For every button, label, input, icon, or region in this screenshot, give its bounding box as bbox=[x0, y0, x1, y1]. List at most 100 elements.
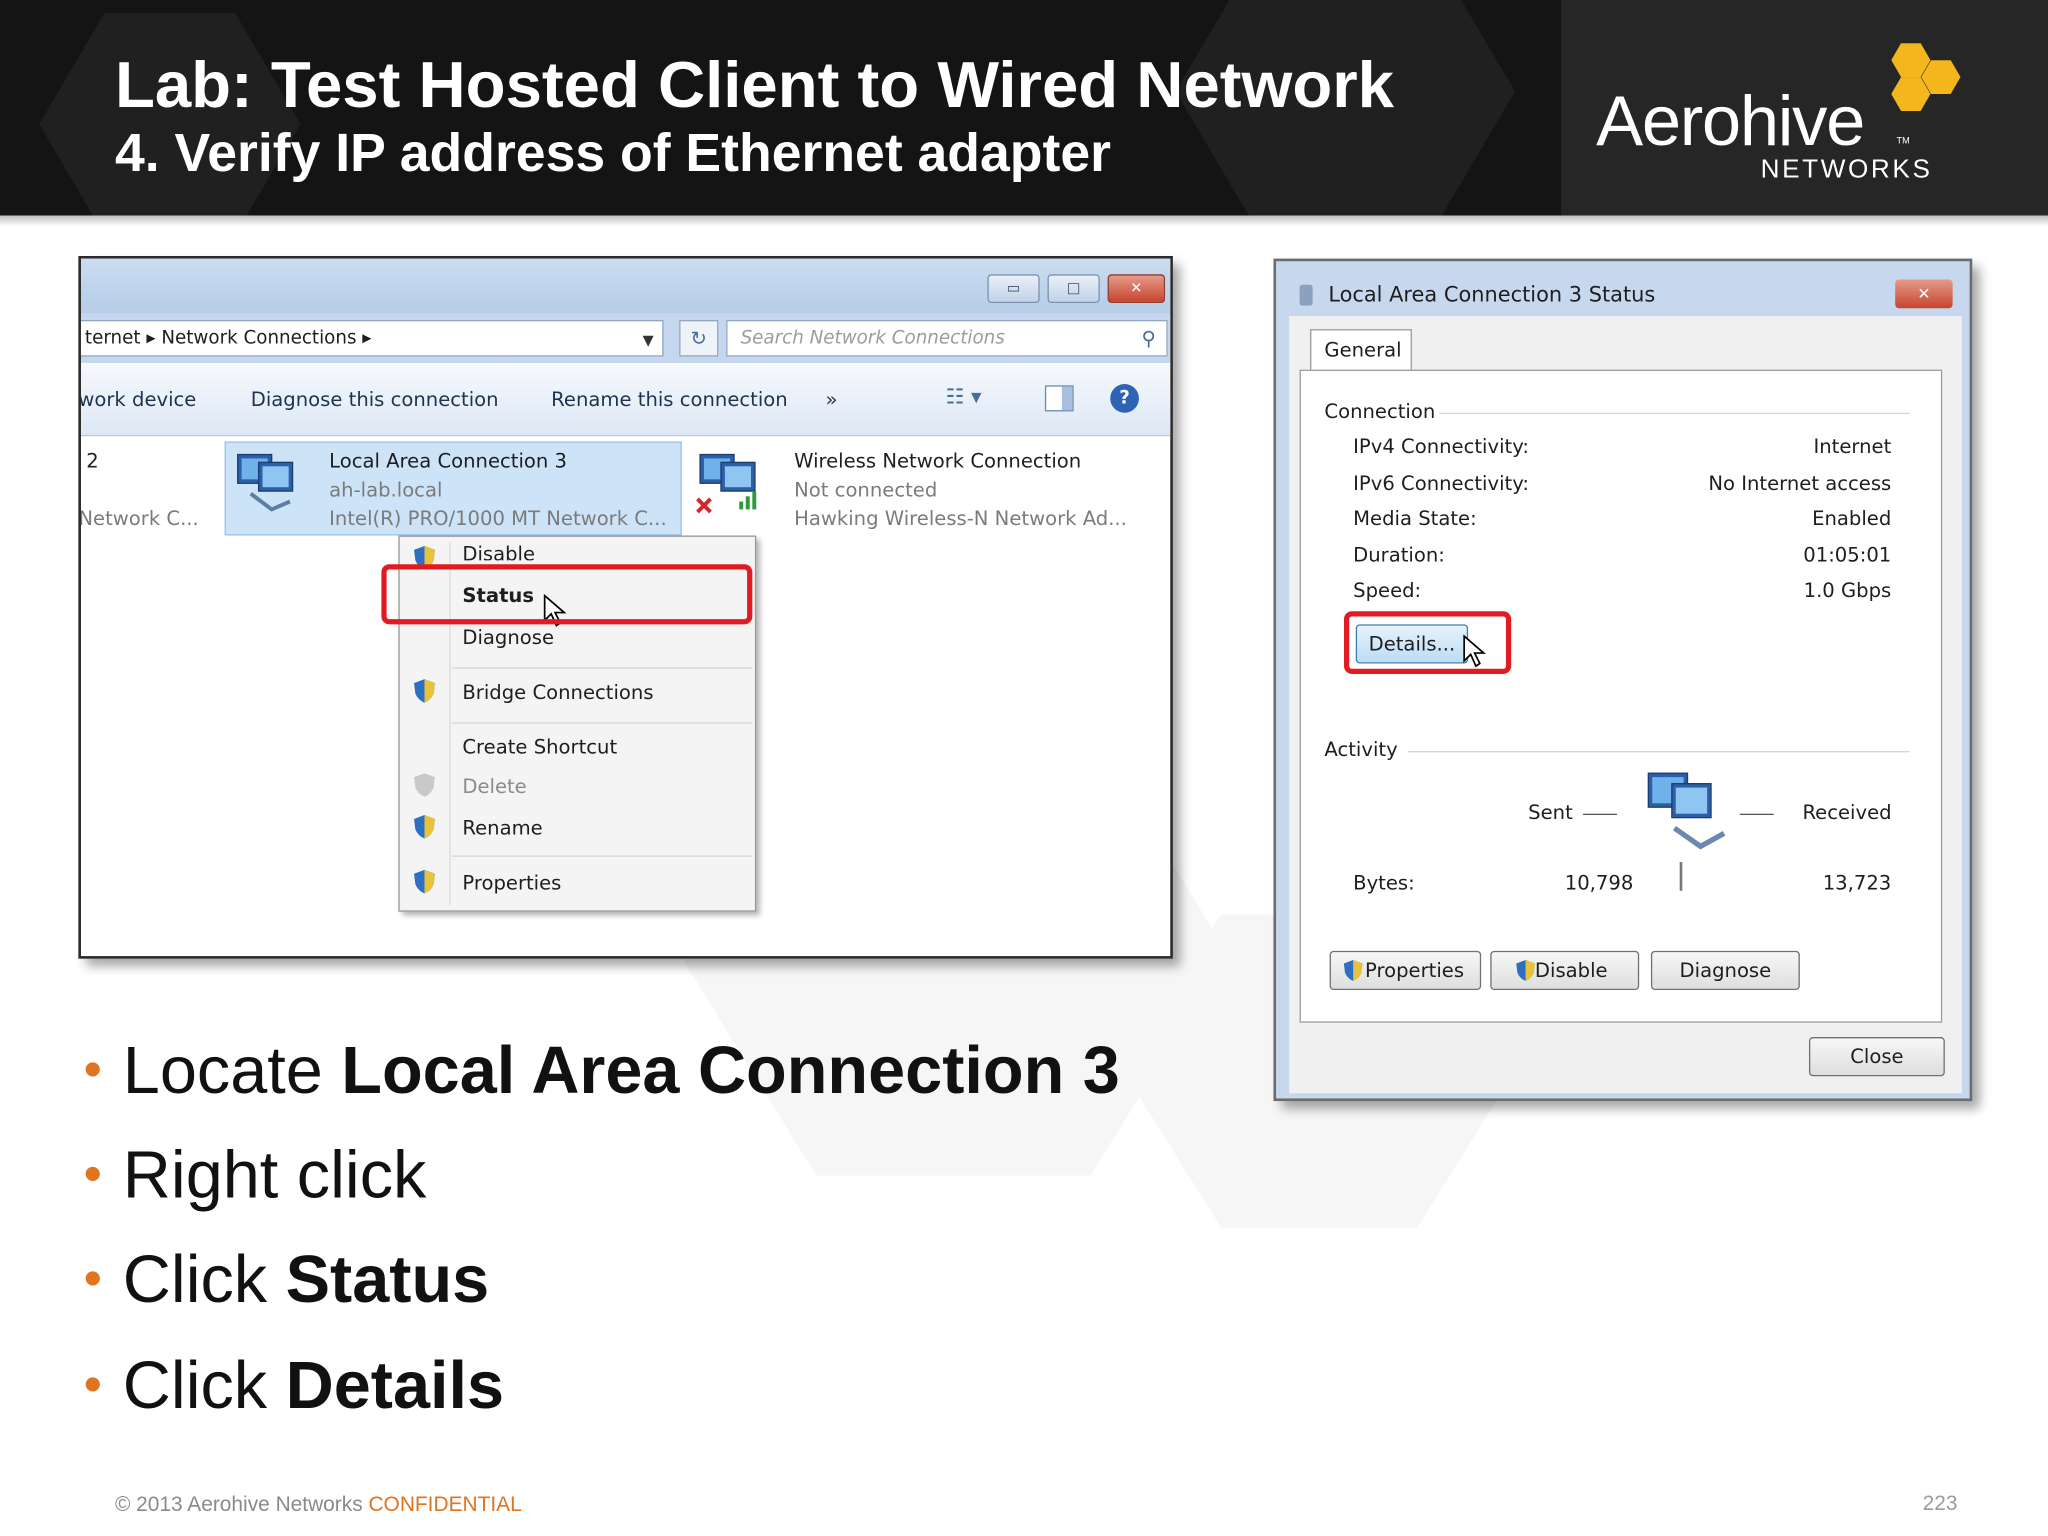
cmd-diagnose-connection[interactable]: Diagnose this connection bbox=[251, 388, 499, 412]
connection-status-dialog: Local Area Connection 3 Status ✕ General… bbox=[1273, 258, 1973, 1102]
item-domain: ah-lab.local bbox=[329, 478, 443, 502]
page-number: 223 bbox=[1922, 1492, 1958, 1516]
dialog-body: General Connection IPv4 Connectivity: In… bbox=[1289, 316, 1962, 1094]
minimize-button[interactable]: ▭ bbox=[987, 274, 1040, 304]
duration-value: 01:05:01 bbox=[1803, 543, 1892, 567]
bullet-dot: • bbox=[83, 1355, 102, 1414]
wireless-item-name[interactable]: Wireless Network Connection bbox=[794, 449, 1081, 473]
footer-copyright: © 2013 Aerohive Networks CONFIDENTIAL bbox=[115, 1494, 522, 1518]
item-name: Local Area Connection 3 bbox=[329, 449, 568, 473]
general-panel: Connection IPv4 Connectivity: Internet I… bbox=[1299, 369, 1943, 1023]
activity-divider bbox=[1679, 862, 1683, 891]
bullet-text: Locate bbox=[122, 1033, 342, 1108]
group-divider bbox=[1407, 751, 1910, 753]
menu-item-diagnose[interactable]: Diagnose bbox=[462, 626, 554, 650]
help-icon[interactable]: ? bbox=[1110, 383, 1139, 413]
bullet-dot: • bbox=[83, 1249, 102, 1308]
group-divider bbox=[1439, 412, 1910, 415]
search-input[interactable]: Search Network Connections ⚲ bbox=[726, 319, 1168, 357]
bullet-bold-text: Local Area Connection 3 bbox=[341, 1033, 1120, 1108]
bytes-received-value: 13,723 bbox=[1822, 871, 1892, 895]
uac-shield-icon bbox=[1516, 959, 1535, 981]
cmd-network-device[interactable]: work device bbox=[81, 388, 196, 412]
search-icon[interactable]: ⚲ bbox=[1142, 321, 1156, 355]
ipv4-value: Internet bbox=[1813, 434, 1892, 459]
connection-group-label: Connection bbox=[1324, 399, 1436, 424]
bytes-label: Bytes: bbox=[1353, 871, 1415, 895]
preview-pane-icon[interactable] bbox=[1044, 385, 1074, 412]
chevron-down-icon[interactable]: ▼ bbox=[643, 332, 654, 349]
cmd-rename-connection[interactable]: Rename this connection bbox=[551, 388, 788, 412]
network-icon bbox=[1299, 284, 1313, 306]
sent-line bbox=[1583, 813, 1617, 816]
cmd-more-chevron[interactable]: » bbox=[825, 388, 837, 412]
bullet-bold-text: Status bbox=[285, 1242, 490, 1317]
logo-subtitle: NETWORKS bbox=[1760, 155, 1933, 185]
menu-item-rename[interactable]: Rename bbox=[462, 816, 542, 840]
window-close-button[interactable]: ✕ bbox=[1107, 274, 1166, 304]
received-label: Received bbox=[1802, 800, 1892, 825]
uac-shield-icon bbox=[414, 815, 435, 839]
media-state-label: Media State: bbox=[1353, 506, 1477, 531]
ipv6-value: No Internet access bbox=[1708, 471, 1892, 496]
network-connections-window: ▭ □ ✕ ternet ▸ Network Connections ▸ ▼ ↻… bbox=[78, 255, 1173, 959]
bullet-dot: • bbox=[83, 1145, 102, 1203]
bullet-text: Right click bbox=[122, 1137, 427, 1213]
media-state-value: Enabled bbox=[1812, 506, 1892, 531]
refresh-icon[interactable]: ↻ bbox=[679, 319, 719, 357]
copyright-text: © 2013 Aerohive Networks bbox=[114, 1494, 369, 1517]
bullet-dot: • bbox=[83, 1040, 102, 1099]
sent-label: Sent bbox=[1528, 800, 1573, 825]
bullet-item: • Click Details bbox=[84, 1347, 504, 1424]
menu-separator bbox=[451, 722, 753, 724]
speed-value: 1.0 Gbps bbox=[1803, 578, 1892, 603]
command-bar: work device Diagnose this connection Ren… bbox=[80, 363, 1171, 437]
tab-general[interactable]: General bbox=[1310, 329, 1412, 371]
logo-wordmark: Aerohive bbox=[1596, 82, 1865, 161]
status-highlight-box bbox=[381, 564, 753, 625]
menu-item-create-shortcut[interactable]: Create Shortcut bbox=[462, 735, 617, 759]
uac-shield-icon-disabled bbox=[414, 773, 435, 797]
menu-item-bridge-connections[interactable]: Bridge Connections bbox=[462, 680, 653, 704]
uac-shield-icon bbox=[414, 679, 435, 703]
breadcrumb[interactable]: ternet ▸ Network Connections ▸ bbox=[80, 319, 664, 357]
address-bar: ternet ▸ Network Connections ▸ ▼ ↻ Searc… bbox=[80, 313, 1171, 364]
received-line bbox=[1739, 813, 1774, 816]
activity-group-label: Activity bbox=[1324, 737, 1398, 762]
disable-button-label: Disable bbox=[1534, 958, 1608, 983]
disable-button[interactable]: Disable bbox=[1490, 950, 1640, 991]
network-activity-icon bbox=[1647, 772, 1726, 850]
maximize-button[interactable]: □ bbox=[1047, 274, 1100, 304]
slide: Lab: Test Hosted Client to Wired Network… bbox=[0, 0, 2048, 1536]
view-options-icon[interactable]: ☷ ▾ bbox=[946, 384, 982, 409]
menu-item-properties[interactable]: Properties bbox=[462, 871, 561, 895]
menu-item-delete[interactable]: Delete bbox=[462, 775, 526, 799]
ipv6-label: IPv6 Connectivity: bbox=[1353, 471, 1529, 496]
confidential-label: CONFIDENTIAL bbox=[368, 1494, 522, 1517]
logo-trademark: TM bbox=[1896, 137, 1910, 147]
properties-button-label: Properties bbox=[1365, 958, 1465, 983]
speed-label: Speed: bbox=[1353, 578, 1422, 603]
slide-title: Lab: Test Hosted Client to Wired Network bbox=[114, 48, 1394, 122]
search-placeholder: Search Network Connections bbox=[740, 327, 1005, 349]
wireless-item-adapter: Hawking Wireless-N Network Ad... bbox=[794, 506, 1127, 531]
slide-subtitle: 4. Verify IP address of Ethernet adapter bbox=[114, 122, 1111, 183]
bullet-text: Click bbox=[122, 1242, 286, 1317]
partial-item-adapter: Network C... bbox=[78, 506, 199, 531]
menu-separator bbox=[451, 667, 753, 669]
dialog-close-icon[interactable]: ✕ bbox=[1895, 279, 1953, 309]
menu-item-disable[interactable]: Disable bbox=[462, 542, 535, 560]
diagnose-button[interactable]: Diagnose bbox=[1650, 950, 1800, 991]
wireless-adapter-icon bbox=[696, 453, 757, 514]
slide-header: Lab: Test Hosted Client to Wired Network… bbox=[0, 0, 2048, 216]
bullet-item: • Locate Local Area Connection 3 bbox=[84, 1032, 1120, 1109]
bytes-sent-value: 10,798 bbox=[1564, 871, 1634, 895]
partial-item-name[interactable]: 2 bbox=[86, 449, 98, 473]
item-adapter: Intel(R) PRO/1000 MT Network C... bbox=[329, 506, 667, 531]
uac-shield-icon bbox=[1343, 959, 1363, 981]
wireless-item-status: Not connected bbox=[794, 478, 938, 502]
close-button[interactable]: Close bbox=[1808, 1037, 1945, 1077]
bullet-item: • Click Status bbox=[84, 1241, 490, 1318]
details-highlight-box bbox=[1343, 611, 1512, 674]
network-adapter-icon bbox=[237, 453, 294, 512]
